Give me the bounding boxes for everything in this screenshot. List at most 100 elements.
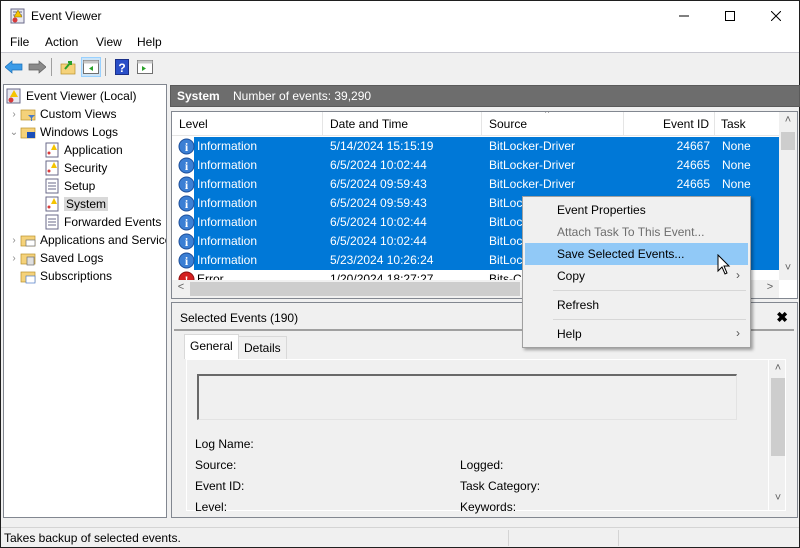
expand-chevron-icon[interactable]: › <box>8 253 20 264</box>
menu-separator <box>553 319 746 320</box>
tab-details[interactable]: Details <box>238 336 287 359</box>
tree-item-event-viewer-local[interactable]: Event Viewer (Local) <box>6 87 137 105</box>
menu-item-copy[interactable]: Copy › <box>525 265 748 287</box>
forward-button[interactable] <box>27 57 47 77</box>
tree-item-saved-logs[interactable]: › Saved Logs <box>8 249 103 267</box>
tree-item-system[interactable]: System <box>44 195 109 213</box>
cell-source: BitLocker-Driver <box>489 177 576 191</box>
tree-item-setup[interactable]: Setup <box>44 177 95 195</box>
close-button[interactable] <box>753 1 799 31</box>
pane-splitter[interactable] <box>167 84 170 518</box>
tree-item-applications-and-services[interactable]: › Applications and Services Logs <box>8 231 166 249</box>
maximize-button[interactable] <box>707 1 753 31</box>
event-row[interactable]: iInformation 6/5/2024 09:59:43 BitLocker-D… <box>172 175 779 194</box>
cell-date-time: 6/5/2024 09:59:43 <box>330 177 427 191</box>
scroll-up-icon[interactable]: ˄ <box>769 362 787 374</box>
cell-task-category: None <box>722 158 751 172</box>
field-event-id-label: Event ID: <box>195 479 245 493</box>
event-row[interactable]: iInformation 6/5/2024 10:02:44 BitLocker-D… <box>172 156 779 175</box>
minimize-button[interactable] <box>661 1 707 31</box>
log-warning-icon <box>45 160 59 176</box>
menu-item-save-selected-events[interactable]: Save Selected Events... <box>525 243 748 265</box>
menu-item-event-properties[interactable]: Event Properties <box>525 199 748 221</box>
help-button[interactable]: ? <box>112 57 132 77</box>
vertical-scrollbar[interactable]: ˄ ˅ <box>779 112 797 280</box>
menu-item-attach-task: Attach Task To This Event... <box>557 225 705 239</box>
event-row[interactable]: i Information 5/14/2024 15:15:19 BitLocker-… <box>172 137 779 156</box>
information-icon: i <box>178 157 195 174</box>
scroll-thumb[interactable] <box>781 132 795 150</box>
expand-chevron-icon[interactable]: › <box>8 109 20 120</box>
information-icon: i <box>178 176 195 193</box>
tree-item-forwarded-events[interactable]: Forwarded Events <box>44 213 161 231</box>
column-header-date-time[interactable]: Date and Time <box>323 112 482 136</box>
scroll-thumb[interactable] <box>771 378 785 456</box>
back-icon <box>5 60 23 74</box>
collapse-chevron-icon[interactable]: ⌄ <box>8 127 20 138</box>
toolbar-separator <box>105 58 106 76</box>
cell-date-time: 6/5/2024 09:59:43 <box>330 196 427 210</box>
window-title: Event Viewer <box>31 9 102 23</box>
show-hide-action-pane-button[interactable] <box>135 57 155 77</box>
menu-file[interactable]: File <box>10 35 29 49</box>
menu-separator <box>553 290 746 291</box>
general-tab-body: Log Name: Source: Event ID: Level: Logge… <box>186 359 786 514</box>
tree-item-security[interactable]: Security <box>44 159 107 177</box>
log-warning-icon <box>45 196 59 212</box>
filter-folder-icon <box>20 109 36 121</box>
field-logged-label: Logged: <box>460 458 504 472</box>
cell-level: Information <box>197 196 258 210</box>
details-vertical-scrollbar[interactable]: ˄ ˅ <box>768 360 785 510</box>
scroll-left-icon[interactable]: < <box>172 281 190 293</box>
event-viewer-icon <box>6 88 21 104</box>
log-icon <box>45 178 59 194</box>
subscriptions-icon <box>20 271 36 284</box>
back-button[interactable] <box>4 57 24 77</box>
scroll-down-icon[interactable]: ˅ <box>779 262 797 274</box>
menu-item-refresh[interactable]: Refresh <box>525 294 748 316</box>
menu-action[interactable]: Action <box>45 35 78 49</box>
event-viewer-window: Event Viewer File Action View Help ? Eve… <box>0 0 800 548</box>
submenu-arrow-icon: › <box>736 326 740 340</box>
minimize-icon <box>679 15 689 17</box>
show-hide-console-tree-button[interactable] <box>81 57 101 77</box>
cell-level: Information <box>197 158 258 172</box>
cell-date-time: 6/5/2024 10:02:44 <box>330 215 427 229</box>
column-header-level[interactable]: Level <box>172 112 323 136</box>
column-header-task-category[interactable]: Task Categ <box>715 112 779 155</box>
console-tree: Event Viewer (Local) › Custom Views ⌄ Wi… <box>3 84 167 518</box>
field-task-category-label: Task Category: <box>460 479 541 493</box>
status-separator <box>618 530 619 546</box>
tree-item-windows-logs[interactable]: ⌄ Windows Logs <box>8 123 118 141</box>
cell-date-time: 6/5/2024 10:02:44 <box>330 158 427 172</box>
scroll-thumb[interactable] <box>190 282 520 296</box>
tree-item-application[interactable]: Application <box>44 141 123 159</box>
up-folder-icon <box>60 61 76 75</box>
expand-chevron-icon[interactable]: › <box>8 235 20 246</box>
log-icon <box>45 214 59 230</box>
menu-view[interactable]: View <box>96 35 122 49</box>
up-folder-button[interactable] <box>58 57 78 77</box>
tree-item-subscriptions[interactable]: Subscriptions <box>20 267 112 285</box>
scroll-up-icon[interactable]: ˄ <box>779 114 797 126</box>
event-description-box[interactable] <box>197 374 737 420</box>
tree-item-custom-views[interactable]: › Custom Views <box>8 105 116 123</box>
cell-task-category: None <box>722 177 751 191</box>
field-source-label: Source: <box>195 458 237 472</box>
scroll-down-icon[interactable]: ˅ <box>769 492 787 504</box>
column-header-source[interactable]: Source <box>482 112 624 136</box>
close-details-icon[interactable]: ✖ <box>776 309 788 326</box>
event-viewer-icon <box>10 8 25 24</box>
menu-item-help[interactable]: Help › <box>525 323 748 345</box>
grid-header: Level Date and Time Source Event ID Task… <box>172 112 779 155</box>
tab-general[interactable]: General <box>184 334 239 359</box>
svg-text:?: ? <box>118 61 125 75</box>
column-header-event-id[interactable]: Event ID <box>624 112 715 136</box>
submenu-arrow-icon: › <box>736 268 740 282</box>
toolbar-separator <box>51 58 52 76</box>
information-icon: i <box>178 233 195 250</box>
menu-bar: File Action View Help <box>1 31 799 53</box>
menu-help[interactable]: Help <box>137 35 162 49</box>
scroll-right-icon[interactable]: > <box>761 281 779 293</box>
details-title: Selected Events (190) <box>180 311 299 325</box>
